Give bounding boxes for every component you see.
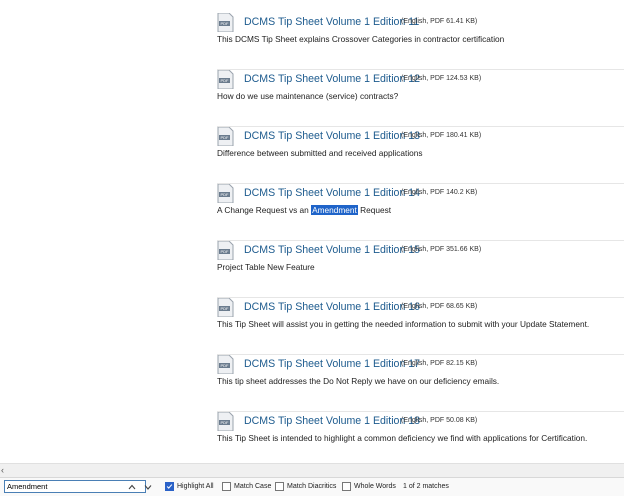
document-file-info: (English, PDF 351.66 KB): [401, 246, 482, 253]
document-file-info: (English, PDF 180.41 KB): [401, 132, 482, 139]
match-case-checkbox[interactable]: [222, 482, 231, 491]
document-title-link[interactable]: DCMS Tip Sheet Volume 1 Edition 12: [244, 73, 420, 85]
svg-text:PDF: PDF: [221, 363, 230, 368]
match-diacritics-label[interactable]: Match Diacritics: [287, 483, 336, 490]
chevron-down-icon[interactable]: [142, 481, 154, 493]
document-file-info: (English, PDF 68.65 KB): [401, 303, 478, 310]
document-title-link[interactable]: DCMS Tip Sheet Volume 1 Edition 17: [244, 358, 420, 370]
find-bar: Highlight All Match Case Match Diacritic…: [0, 477, 624, 496]
pdf-icon: PDF: [217, 241, 234, 260]
document-file-info: (English, PDF 140.2 KB): [401, 189, 478, 196]
document-description: Project Table New Feature: [217, 262, 315, 272]
document-title-link[interactable]: DCMS Tip Sheet Volume 1 Edition 18: [244, 415, 420, 427]
match-diacritics-checkbox[interactable]: [275, 482, 284, 491]
document-file-info: (English, PDF 124.53 KB): [401, 75, 482, 82]
whole-words-checkbox[interactable]: [342, 482, 351, 491]
document-title-link[interactable]: DCMS Tip Sheet Volume 1 Edition 14: [244, 187, 420, 199]
pdf-icon: PDF: [217, 412, 234, 431]
document-description: Difference between submitted and receive…: [217, 148, 423, 158]
document-description: How do we use maintenance (service) cont…: [217, 91, 399, 101]
svg-text:PDF: PDF: [221, 249, 230, 254]
svg-text:PDF: PDF: [221, 420, 230, 425]
document-item: PDF DCMS Tip Sheet Volume 1 Edition 14 (…: [217, 184, 624, 241]
document-item: PDF DCMS Tip Sheet Volume 1 Edition 17 (…: [217, 355, 624, 412]
description-text: A Change Request vs an: [217, 205, 312, 215]
match-count-status: 1 of 2 matches: [403, 483, 449, 490]
highlight-all-checkbox[interactable]: [165, 482, 174, 491]
document-file-info: (English, PDF 61.41 KB): [401, 18, 478, 25]
document-title-link[interactable]: DCMS Tip Sheet Volume 1 Edition 11: [244, 16, 419, 28]
document-description: This Tip Sheet is intended to highlight …: [217, 433, 588, 443]
highlight-all-label[interactable]: Highlight All: [177, 483, 214, 490]
document-item: PDF DCMS Tip Sheet Volume 1 Edition 18 (…: [217, 412, 624, 463]
whole-words-label[interactable]: Whole Words: [354, 483, 396, 490]
match-case-label[interactable]: Match Case: [234, 483, 271, 490]
document-title-link[interactable]: DCMS Tip Sheet Volume 1 Edition 15: [244, 244, 420, 256]
horizontal-scrollbar[interactable]: ‹: [0, 463, 624, 477]
pdf-icon: PDF: [217, 13, 234, 32]
svg-text:PDF: PDF: [221, 135, 230, 140]
document-description: This tip sheet addresses the Do Not Repl…: [217, 376, 500, 386]
description-text: Request: [357, 205, 392, 215]
svg-text:PDF: PDF: [221, 21, 230, 26]
document-title-link[interactable]: DCMS Tip Sheet Volume 1 Edition 13: [244, 130, 420, 142]
chevron-left-icon[interactable]: ‹: [1, 465, 4, 475]
pdf-icon: PDF: [217, 355, 234, 374]
document-description: This DCMS Tip Sheet explains Crossover C…: [217, 34, 505, 44]
document-description: A Change Request vs an Amendment Request: [217, 205, 391, 215]
document-item: PDF DCMS Tip Sheet Volume 1 Edition 16 (…: [217, 298, 624, 355]
pdf-icon: PDF: [217, 127, 234, 146]
svg-text:PDF: PDF: [221, 306, 230, 311]
pdf-icon: PDF: [217, 298, 234, 317]
document-description: This Tip Sheet will assist you in gettin…: [217, 319, 590, 329]
document-item: PDF DCMS Tip Sheet Volume 1 Edition 12 (…: [217, 70, 624, 127]
document-item: PDF DCMS Tip Sheet Volume 1 Edition 11 (…: [217, 13, 624, 70]
document-file-info: (English, PDF 50.08 KB): [401, 417, 478, 424]
document-file-info: (English, PDF 82.15 KB): [401, 360, 478, 367]
find-match-highlight: Amendment: [311, 205, 358, 215]
chevron-up-icon[interactable]: [126, 481, 138, 493]
svg-text:PDF: PDF: [221, 192, 230, 197]
document-item: PDF DCMS Tip Sheet Volume 1 Edition 15 (…: [217, 241, 624, 298]
pdf-icon: PDF: [217, 184, 234, 203]
svg-text:PDF: PDF: [221, 78, 230, 83]
pdf-icon: PDF: [217, 70, 234, 89]
find-input[interactable]: [4, 480, 146, 493]
checkmark-icon: [166, 484, 173, 489]
document-title-link[interactable]: DCMS Tip Sheet Volume 1 Edition 16: [244, 301, 420, 313]
search-results-page: PDF DCMS Tip Sheet Volume 1 Edition 11 (…: [0, 0, 624, 463]
document-item: PDF DCMS Tip Sheet Volume 1 Edition 13 (…: [217, 127, 624, 184]
